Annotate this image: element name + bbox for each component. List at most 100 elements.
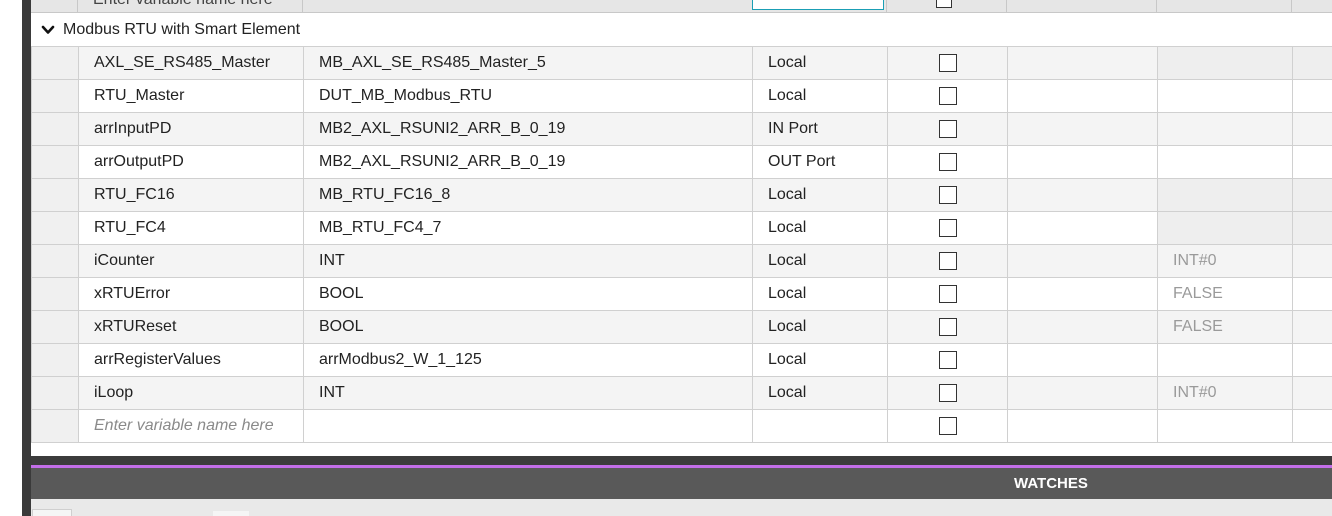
usage-cell[interactable]: Local — [752, 46, 888, 80]
initial-value-cell[interactable] — [1157, 112, 1293, 146]
usage-cell[interactable]: Local — [752, 79, 888, 113]
data-type-cell[interactable] — [303, 409, 753, 443]
table-row[interactable]: arrRegisterValues arrModbus2_W_1_125 Local — [31, 343, 1332, 377]
checkbox-unchecked-icon[interactable] — [938, 185, 957, 204]
row-handle[interactable] — [31, 343, 79, 377]
table-row[interactable]: xRTUError BOOL Local FALSE — [31, 277, 1332, 311]
checkbox-unchecked-icon[interactable] — [938, 119, 957, 138]
extra-cell[interactable] — [1292, 79, 1332, 113]
usage-cell[interactable]: Local — [752, 277, 888, 311]
table-row[interactable]: arrOutputPD MB2_AXL_RSUNI2_ARR_B_0_19 OUT … — [31, 145, 1332, 179]
checkbox-unchecked-icon[interactable] — [938, 152, 957, 171]
retain-checkbox-cell[interactable] — [887, 112, 1008, 146]
extra-cell[interactable] — [1292, 409, 1332, 443]
retain-checkbox-cell[interactable] — [887, 310, 1008, 344]
checkbox-unchecked-icon[interactable] — [938, 53, 957, 72]
retain-checkbox-cell[interactable] — [887, 211, 1008, 245]
data-type-cell[interactable]: MB2_AXL_RSUNI2_ARR_B_0_19 — [303, 145, 753, 179]
row-handle[interactable] — [31, 178, 79, 212]
previous-name-placeholder[interactable]: Enter variable name here — [93, 0, 273, 9]
initial-value-cell[interactable] — [1157, 343, 1293, 377]
row-handle[interactable] — [31, 79, 79, 113]
initial-value-cell[interactable] — [1157, 409, 1293, 443]
usage-cell[interactable]: OUT Port — [752, 145, 888, 179]
variable-name-cell[interactable]: RTU_FC16 — [78, 178, 304, 212]
comment-cell[interactable] — [1007, 277, 1158, 311]
extra-cell[interactable] — [1292, 112, 1332, 146]
usage-cell[interactable]: Local — [752, 310, 888, 344]
watches-tab[interactable] — [213, 511, 249, 516]
checkbox-unchecked-icon[interactable] — [938, 350, 957, 369]
checkbox-unchecked-icon[interactable] — [938, 284, 957, 303]
variable-name-cell[interactable]: xRTUReset — [78, 310, 304, 344]
extra-cell[interactable] — [1292, 46, 1332, 80]
table-row[interactable]: xRTUReset BOOL Local FALSE — [31, 310, 1332, 344]
checkbox-unchecked-icon[interactable] — [938, 383, 957, 402]
initial-value-cell[interactable]: INT#0 — [1157, 244, 1293, 278]
usage-cell[interactable]: Local — [752, 244, 888, 278]
data-type-cell[interactable]: MB_RTU_FC4_7 — [303, 211, 753, 245]
data-type-cell[interactable]: INT — [303, 376, 753, 410]
usage-cell[interactable]: IN Port — [752, 112, 888, 146]
comment-cell[interactable] — [1007, 409, 1158, 443]
initial-value-cell[interactable] — [1157, 79, 1293, 113]
row-handle[interactable] — [31, 244, 79, 278]
initial-value-cell[interactable]: INT#0 — [1157, 376, 1293, 410]
data-type-cell[interactable]: INT — [303, 244, 753, 278]
checkbox-unchecked-icon[interactable] — [938, 218, 957, 237]
checkbox-unchecked-icon[interactable] — [938, 251, 957, 270]
data-type-cell[interactable]: MB_RTU_FC16_8 — [303, 178, 753, 212]
comment-cell[interactable] — [1007, 79, 1158, 113]
retain-checkbox-cell[interactable] — [887, 145, 1008, 179]
variable-name-cell[interactable]: RTU_FC4 — [78, 211, 304, 245]
extra-cell[interactable] — [1292, 145, 1332, 179]
retain-checkbox-cell[interactable] — [887, 277, 1008, 311]
retain-checkbox-cell[interactable] — [887, 376, 1008, 410]
extra-cell[interactable] — [1292, 310, 1332, 344]
initial-value-cell[interactable] — [1157, 211, 1293, 245]
extra-cell[interactable] — [1292, 343, 1332, 377]
panel-splitter[interactable] — [31, 456, 1332, 465]
usage-input-focused[interactable] — [752, 0, 884, 10]
table-row[interactable]: RTU_FC16 MB_RTU_FC16_8 Local — [31, 178, 1332, 212]
row-handle[interactable] — [31, 310, 79, 344]
variable-name-cell[interactable]: arrInputPD — [78, 112, 304, 146]
comment-cell[interactable] — [1007, 376, 1158, 410]
variable-name-cell[interactable]: arrRegisterValues — [78, 343, 304, 377]
comment-cell[interactable] — [1007, 145, 1158, 179]
checkbox-unchecked-icon[interactable] — [938, 86, 957, 105]
comment-cell[interactable] — [1007, 46, 1158, 80]
comment-cell[interactable] — [1007, 112, 1158, 146]
retain-checkbox-cell[interactable] — [887, 79, 1008, 113]
usage-cell[interactable] — [752, 409, 888, 443]
variable-name-cell[interactable]: iCounter — [78, 244, 304, 278]
variable-name-cell[interactable]: RTU_Master — [78, 79, 304, 113]
variable-name-cell[interactable]: AXL_SE_RS485_Master — [78, 46, 304, 80]
initial-value-cell[interactable] — [1157, 178, 1293, 212]
retain-checkbox-cell[interactable] — [887, 409, 1008, 443]
checkbox-unchecked-icon[interactable] — [938, 416, 957, 435]
data-type-cell[interactable]: BOOL — [303, 277, 753, 311]
usage-cell[interactable]: Local — [752, 376, 888, 410]
chevron-down-icon[interactable] — [41, 23, 55, 37]
initial-value-cell[interactable]: FALSE — [1157, 310, 1293, 344]
new-variable-name-input[interactable]: Enter variable name here — [78, 409, 304, 443]
initial-value-cell[interactable] — [1157, 46, 1293, 80]
extra-cell[interactable] — [1292, 211, 1332, 245]
usage-cell[interactable]: Local — [752, 343, 888, 377]
row-handle[interactable] — [31, 112, 79, 146]
row-handle[interactable] — [31, 376, 79, 410]
row-handle[interactable] — [31, 409, 79, 443]
group-header-modbus-rtu[interactable]: Modbus RTU with Smart Element — [31, 13, 1332, 47]
comment-cell[interactable] — [1007, 244, 1158, 278]
checkbox-unchecked-icon[interactable] — [936, 0, 952, 8]
table-row[interactable]: AXL_SE_RS485_Master MB_AXL_SE_RS485_Maste… — [31, 46, 1332, 80]
table-row[interactable]: iLoop INT Local INT#0 — [31, 376, 1332, 410]
data-type-cell[interactable]: MB2_AXL_RSUNI2_ARR_B_0_19 — [303, 112, 753, 146]
initial-value-cell[interactable]: FALSE — [1157, 277, 1293, 311]
comment-cell[interactable] — [1007, 343, 1158, 377]
retain-checkbox-cell[interactable] — [887, 46, 1008, 80]
data-type-cell[interactable]: MB_AXL_SE_RS485_Master_5 — [303, 46, 753, 80]
extra-cell[interactable] — [1292, 178, 1332, 212]
watches-tab[interactable] — [32, 509, 72, 516]
